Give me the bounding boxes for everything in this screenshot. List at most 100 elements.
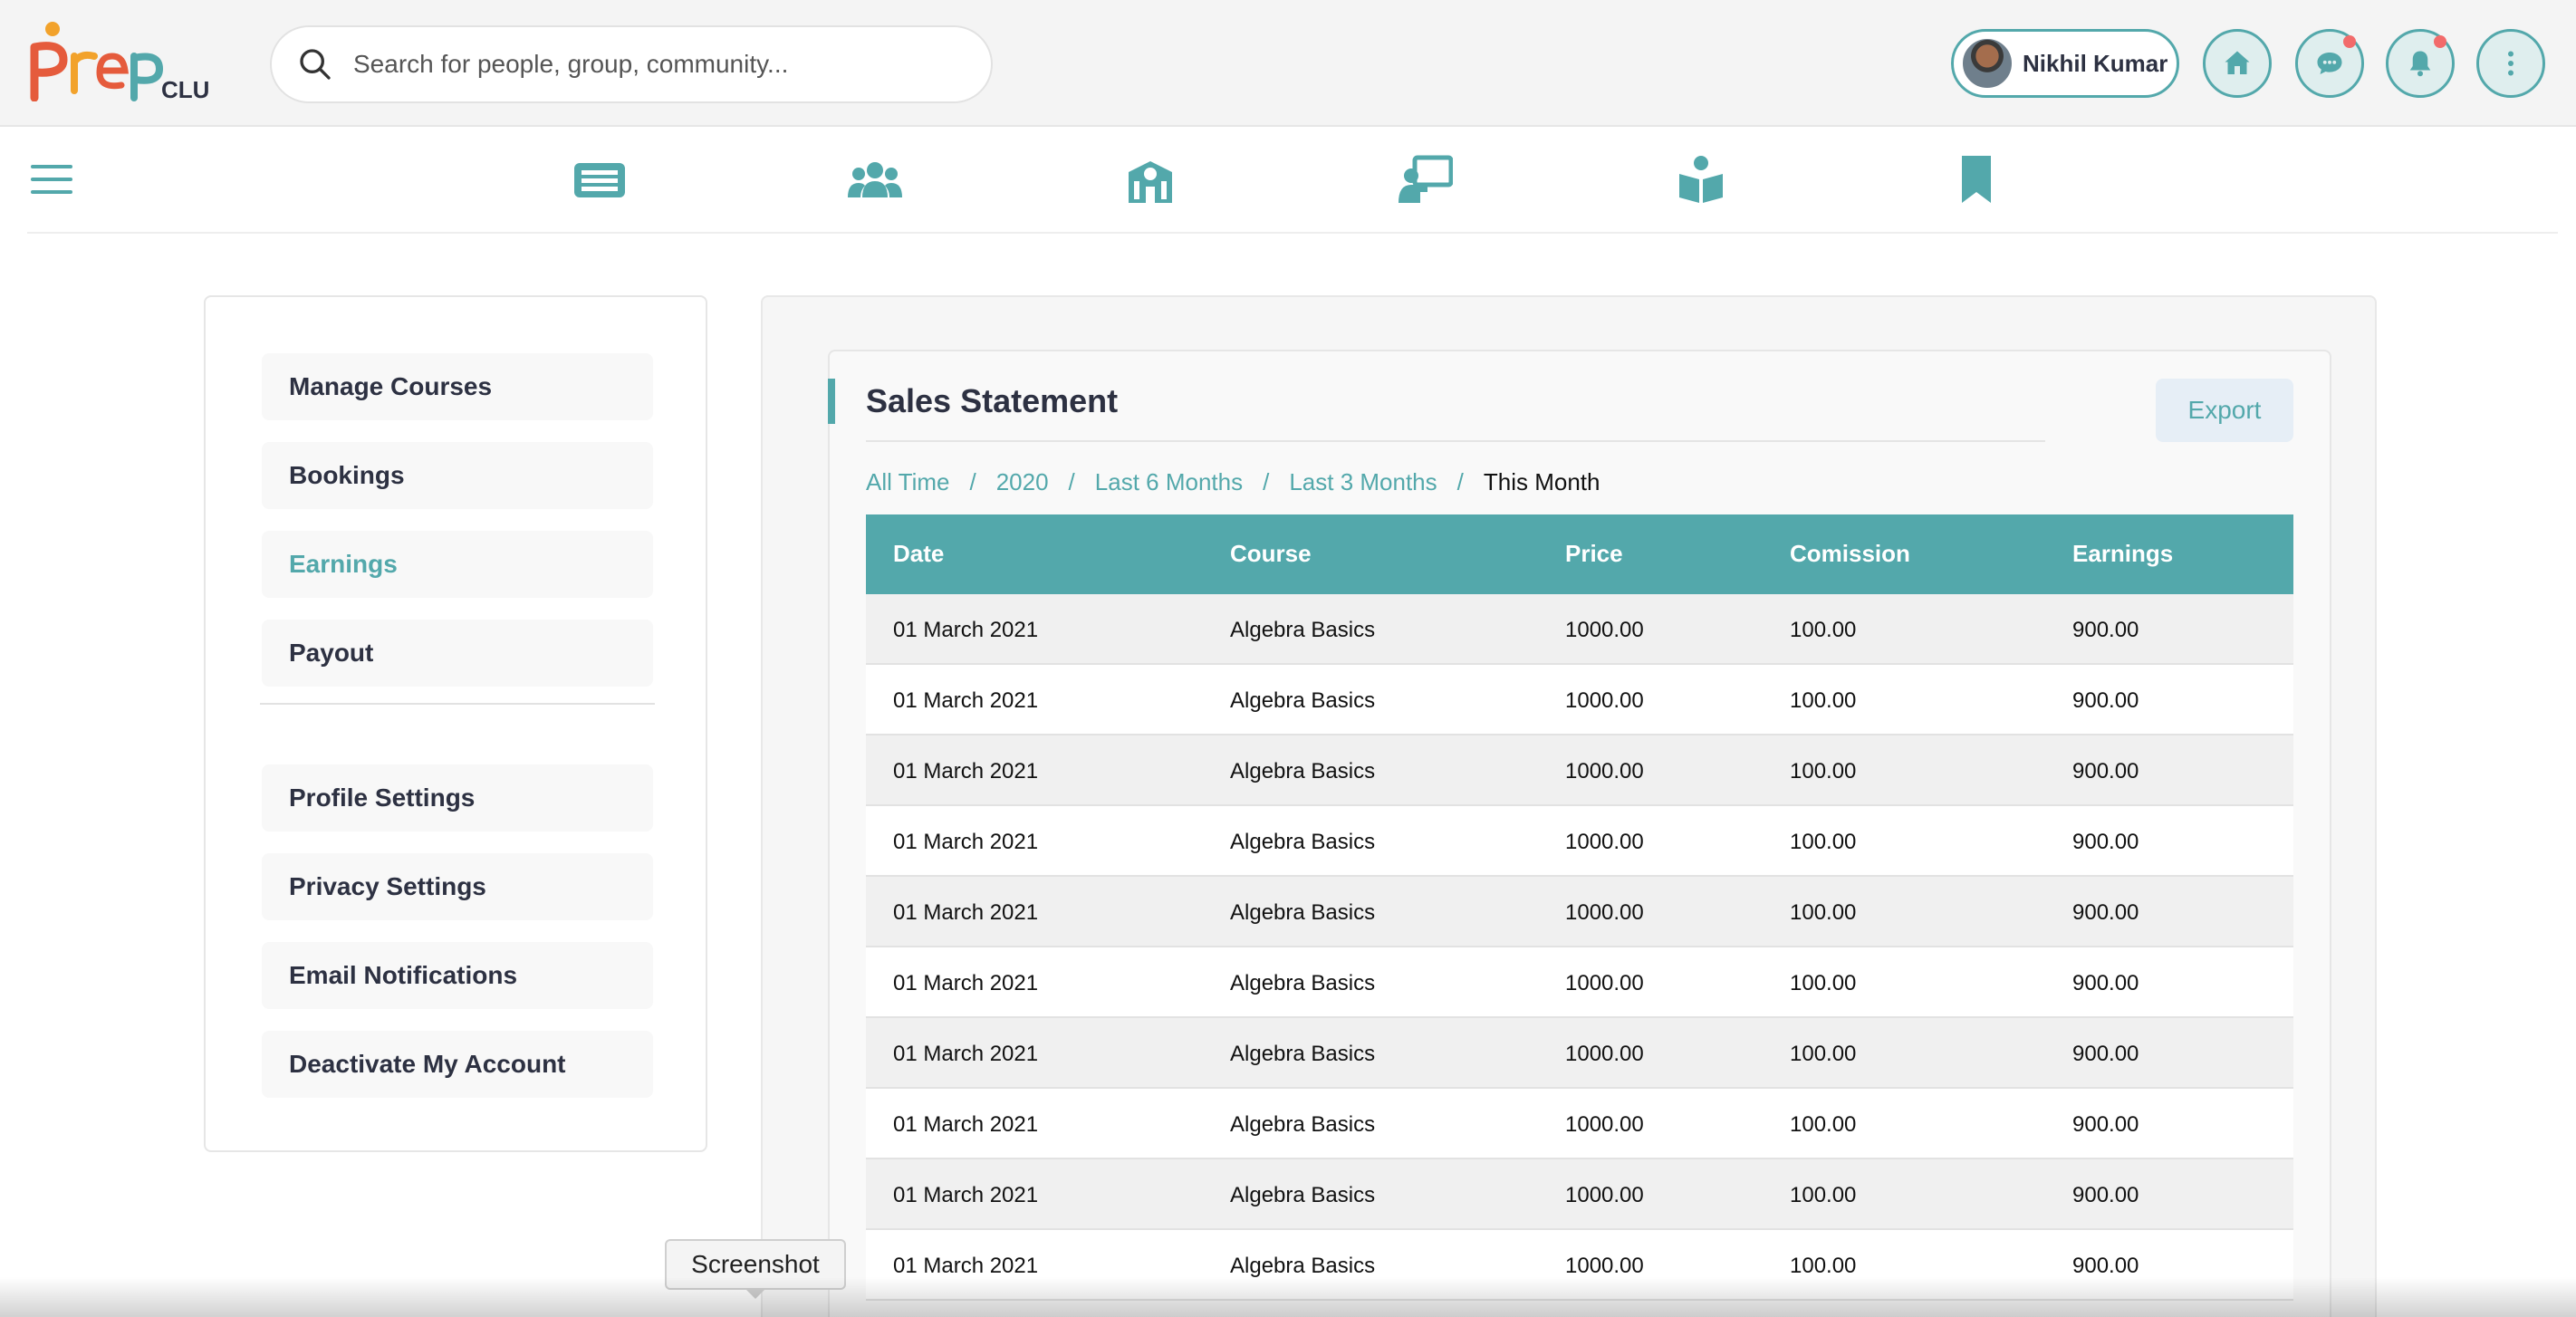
cell-commission: 100.00 (1790, 1254, 1857, 1278)
cell-course: Algebra Basics (1230, 759, 1376, 783)
top-header: CLUB Nikhil Kumar (0, 0, 2576, 127)
bell-icon (2409, 51, 2431, 77)
settings-sidebar: Manage Courses Bookings Earnings Payout … (204, 295, 707, 1152)
cell-course: Algebra Basics (1230, 1183, 1376, 1207)
cell-date: 01 March 2021 (893, 1042, 1039, 1066)
column-header-earnings: Earnings (2072, 540, 2174, 567)
filter-last-6-months[interactable]: Last 6 Months (1095, 468, 1243, 496)
home-button[interactable] (2203, 29, 2272, 98)
sidebar-item-payout[interactable]: Payout (262, 620, 653, 687)
breadcrumb-separator: / (1456, 467, 1464, 495)
institution-icon[interactable] (1123, 154, 1177, 205)
notifications-button[interactable] (2386, 29, 2455, 98)
more-options-button[interactable] (2476, 29, 2545, 98)
filter-all-time[interactable]: All Time (866, 468, 949, 496)
user-profile-button[interactable]: Nikhil Kumar (1951, 29, 2179, 98)
avatar (1961, 37, 2014, 90)
sidebar-item-email-notifications[interactable]: Email Notifications (262, 942, 653, 1009)
cell-date: 01 March 2021 (893, 1183, 1039, 1207)
table-row: 01 March 2021 Algebra Basics 1000.00 100.00… (866, 594, 2293, 665)
sidebar-item-bookings[interactable]: Bookings (262, 442, 653, 509)
cell-earnings: 900.00 (2072, 618, 2139, 642)
column-header-course: Course (1230, 540, 1312, 567)
cell-earnings: 900.00 (2072, 1254, 2139, 1278)
cell-date: 01 March 2021 (893, 688, 1039, 713)
cell-course: Algebra Basics (1230, 618, 1376, 642)
cell-commission: 100.00 (1790, 1112, 1857, 1137)
period-filter-breadcrumb: All Time / 2020 / Last 6 Months / Last 3… (866, 466, 1600, 498)
breadcrumb-separator: / (1263, 467, 1270, 495)
table-row: 01 March 2021 Algebra Basics 1000.00 100.00… (866, 665, 2293, 735)
search-icon (300, 49, 331, 80)
cell-course: Algebra Basics (1230, 688, 1376, 713)
chat-icon (2317, 53, 2342, 74)
export-button[interactable]: Export (2156, 379, 2293, 442)
news-feed-icon[interactable] (572, 154, 627, 205)
main-nav (27, 127, 2558, 234)
bookmark-icon[interactable] (1949, 154, 2004, 205)
reader-icon[interactable] (1674, 154, 1728, 205)
cell-price: 1000.00 (1565, 1112, 1644, 1137)
notification-badge (2343, 35, 2356, 48)
cell-price: 1000.00 (1565, 1183, 1644, 1207)
search-bar[interactable] (270, 25, 993, 103)
table-row: 01 March 2021 Algebra Basics 1000.00 100.00… (866, 1230, 2293, 1301)
cell-earnings: 900.00 (2072, 1112, 2139, 1137)
messages-button[interactable] (2295, 29, 2364, 98)
title-accent-bar (828, 379, 835, 424)
sidebar-item-deactivate-account[interactable]: Deactivate My Account (262, 1031, 653, 1098)
breadcrumb-separator: / (1068, 467, 1075, 495)
cell-price: 1000.00 (1565, 971, 1644, 995)
table-row: 01 March 2021 Algebra Basics 1000.00 100.00… (866, 806, 2293, 877)
sales-table: Date Course Price Comission Earnings 01 … (866, 514, 2293, 1301)
filter-this-month: This Month (1483, 467, 1600, 495)
cell-date: 01 March 2021 (893, 618, 1039, 642)
sidebar-item-profile-settings[interactable]: Profile Settings (262, 764, 653, 832)
tooltip-tail (745, 1288, 766, 1299)
filter-2020[interactable]: 2020 (996, 468, 1049, 496)
cell-commission: 100.00 (1790, 759, 1857, 783)
sidebar-item-earnings[interactable]: Earnings (262, 531, 653, 598)
cell-price: 1000.00 (1565, 688, 1644, 713)
table-row: 01 March 2021 Algebra Basics 1000.00 100.00… (866, 1159, 2293, 1230)
search-input[interactable] (353, 50, 969, 79)
cell-date: 01 March 2021 (893, 830, 1039, 854)
cell-earnings: 900.00 (2072, 1183, 2139, 1207)
column-header-price: Price (1565, 540, 1623, 567)
cell-course: Algebra Basics (1230, 830, 1376, 854)
cell-course: Algebra Basics (1230, 1042, 1376, 1066)
hamburger-icon[interactable] (31, 163, 72, 196)
cell-course: Algebra Basics (1230, 1254, 1376, 1278)
more-vertical-icon (2508, 51, 2514, 76)
cell-earnings: 900.00 (2072, 1042, 2139, 1066)
breadcrumb-separator: / (969, 467, 976, 495)
filter-last-3-months[interactable]: Last 3 Months (1289, 468, 1437, 496)
cell-date: 01 March 2021 (893, 759, 1039, 783)
cell-earnings: 900.00 (2072, 971, 2139, 995)
table-row: 01 March 2021 Algebra Basics 1000.00 100.00… (866, 947, 2293, 1018)
cell-commission: 100.00 (1790, 688, 1857, 713)
cell-earnings: 900.00 (2072, 688, 2139, 713)
cell-course: Algebra Basics (1230, 971, 1376, 995)
cell-earnings: 900.00 (2072, 900, 2139, 925)
sidebar-item-manage-courses[interactable]: Manage Courses (262, 353, 653, 420)
sidebar-divider (260, 703, 655, 705)
sidebar-item-privacy-settings[interactable]: Privacy Settings (262, 853, 653, 920)
cell-commission: 100.00 (1790, 1042, 1857, 1066)
cell-earnings: 900.00 (2072, 830, 2139, 854)
prep-club-logo[interactable]: CLUB (27, 20, 208, 101)
cell-commission: 100.00 (1790, 830, 1857, 854)
cell-earnings: 900.00 (2072, 759, 2139, 783)
table-row: 01 March 2021 Algebra Basics 1000.00 100.00… (866, 1018, 2293, 1089)
table-row: 01 March 2021 Algebra Basics 1000.00 100.00… (866, 1089, 2293, 1159)
cell-commission: 100.00 (1790, 618, 1857, 642)
cell-commission: 100.00 (1790, 1183, 1857, 1207)
column-header-date: Date (893, 540, 945, 567)
cell-price: 1000.00 (1565, 618, 1644, 642)
groups-icon[interactable] (848, 154, 902, 205)
cell-date: 01 March 2021 (893, 971, 1039, 995)
cell-price: 1000.00 (1565, 759, 1644, 783)
cell-course: Algebra Basics (1230, 900, 1376, 925)
teaching-icon[interactable] (1399, 154, 1453, 205)
cell-date: 01 March 2021 (893, 900, 1039, 925)
